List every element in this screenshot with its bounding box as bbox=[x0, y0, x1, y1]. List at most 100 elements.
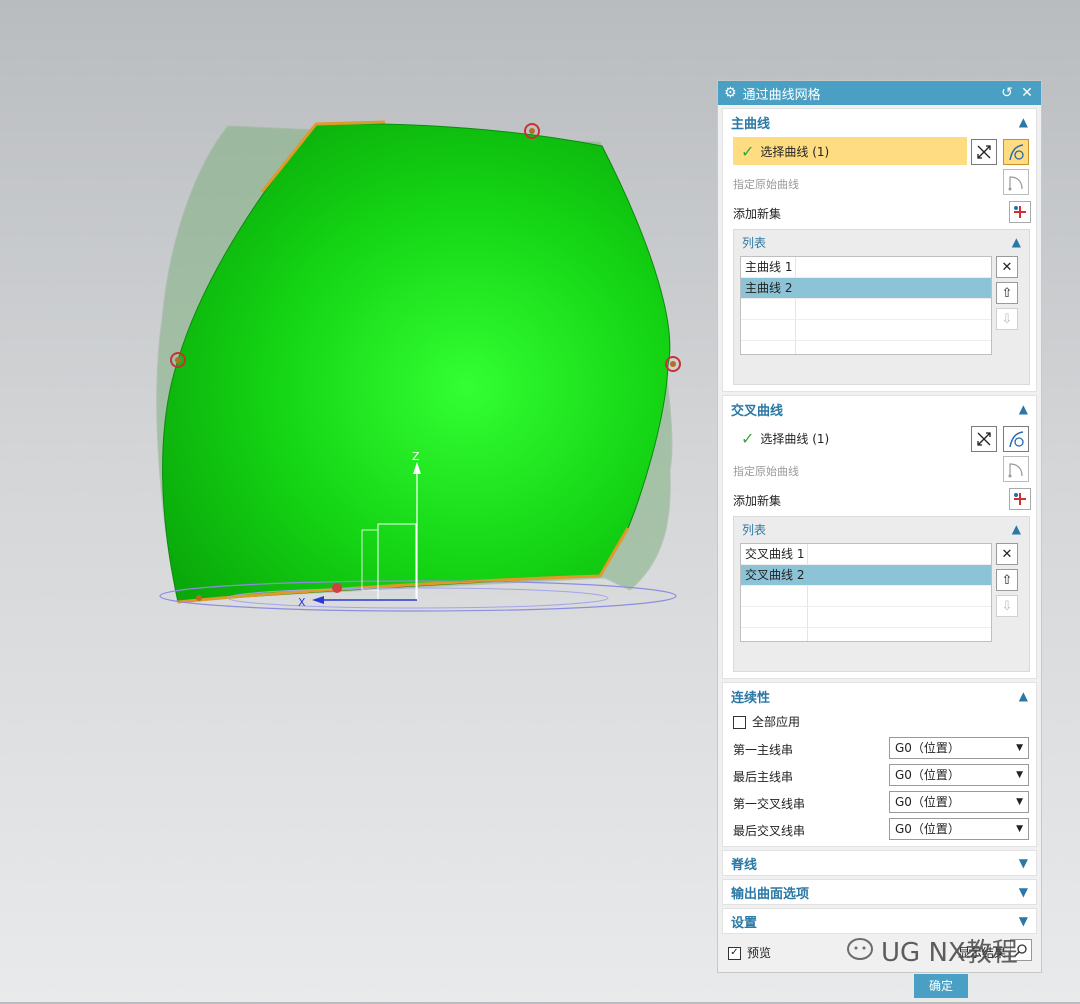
chevron-up-icon: ▲ bbox=[1018, 402, 1028, 416]
dialog-title-bar[interactable]: ⚙ 通过曲线网格 ↺ ✕ bbox=[718, 81, 1041, 105]
first-cross-continuity-select[interactable]: G0（位置） ▼ bbox=[889, 791, 1029, 813]
remove-button[interactable]: ✕ bbox=[996, 256, 1018, 278]
continuity-label: 第一主线串 bbox=[733, 743, 794, 757]
arrow-down-icon: ⇩ bbox=[1001, 311, 1013, 327]
spine-section[interactable]: 脊线 ▼ bbox=[722, 850, 1037, 876]
watermark: UG NX教程 bbox=[845, 932, 1018, 969]
specify-original-curve-label: 指定原始曲线 bbox=[733, 465, 799, 478]
move-up-button[interactable]: ⇧ bbox=[996, 282, 1018, 304]
dropdown-value: G0（位置） bbox=[895, 768, 960, 782]
continuity-label: 最后主线串 bbox=[733, 770, 794, 784]
select-curve-label: 选择曲线 (1) bbox=[760, 431, 830, 446]
first-primary-continuity-select[interactable]: G0（位置） ▼ bbox=[889, 737, 1029, 759]
reset-icon[interactable]: ↺ bbox=[999, 85, 1015, 101]
control-point bbox=[670, 361, 676, 367]
control-point bbox=[529, 128, 535, 134]
dropdown-value: G0（位置） bbox=[895, 822, 960, 836]
primary-curve-list[interactable]: 主曲线 1 主曲线 2 bbox=[740, 256, 992, 355]
list-title: 列表 bbox=[742, 522, 767, 537]
primary-list-header[interactable]: 列表 ▲ bbox=[734, 230, 1029, 254]
settings-section[interactable]: 设置 ▼ bbox=[722, 908, 1037, 934]
curve-icon bbox=[1009, 431, 1024, 448]
reverse-direction-button[interactable] bbox=[971, 426, 997, 452]
cross-list-header[interactable]: 列表 ▲ bbox=[734, 517, 1029, 541]
primary-curves-section: 主曲线 ▲ ✓ 选择曲线 (1) 指定原始曲线 添加新集 列表 ▲ 主曲线 1 … bbox=[722, 108, 1037, 392]
output-surface-options-section[interactable]: 输出曲面选项 ▼ bbox=[722, 879, 1037, 905]
apply-all-checkbox[interactable]: 全部应用 bbox=[733, 713, 800, 730]
select-cross-curve[interactable]: ✓ 选择曲线 (1) bbox=[733, 424, 967, 452]
arrow-up-icon: ⇧ bbox=[1001, 285, 1013, 301]
section-title: 交叉曲线 bbox=[731, 403, 784, 419]
add-new-set-label: 添加新集 bbox=[733, 494, 782, 508]
list-item bbox=[741, 607, 991, 628]
close-icon[interactable]: ✕ bbox=[1019, 85, 1035, 101]
remove-button[interactable]: ✕ bbox=[996, 543, 1018, 565]
list-title: 列表 bbox=[742, 235, 767, 250]
list-item bbox=[741, 299, 991, 320]
gear-icon[interactable]: ⚙ bbox=[724, 85, 737, 101]
list-item[interactable]: 主曲线 1 bbox=[741, 257, 991, 278]
dropdown-value: G0（位置） bbox=[895, 741, 960, 755]
primary-curves-header[interactable]: 主曲线 ▲ bbox=[723, 109, 1036, 135]
continuity-label: 最后交叉线串 bbox=[733, 824, 806, 838]
control-point bbox=[196, 595, 202, 601]
control-point bbox=[175, 357, 181, 363]
chevron-up-icon: ▲ bbox=[1018, 115, 1028, 129]
add-set-icon bbox=[1014, 206, 1026, 218]
original-curve-icon bbox=[1008, 176, 1023, 191]
cross-curve-list[interactable]: 交叉曲线 1 交叉曲线 2 bbox=[740, 543, 992, 642]
list-item[interactable]: 交叉曲线 1 bbox=[741, 544, 991, 565]
move-up-button[interactable]: ⇧ bbox=[996, 569, 1018, 591]
dialog-title: 通过曲线网格 bbox=[742, 87, 821, 103]
add-new-set-button[interactable] bbox=[1009, 488, 1031, 510]
list-item[interactable]: 交叉曲线 2 bbox=[741, 565, 991, 586]
move-down-button[interactable]: ⇩ bbox=[996, 308, 1018, 330]
specify-original-button[interactable] bbox=[1003, 456, 1029, 482]
spine-header[interactable]: 脊线 ▼ bbox=[723, 851, 1036, 875]
curve-edge-top bbox=[315, 120, 386, 126]
axis-x-label: X bbox=[298, 596, 306, 609]
curve-select-button[interactable] bbox=[1003, 139, 1029, 165]
arrow-up-icon: ⇧ bbox=[1001, 572, 1013, 588]
curve-mesh-dialog: ⚙ 通过曲线网格 ↺ ✕ 主曲线 ▲ ✓ 选择曲线 (1) 指定原始曲线 添加新… bbox=[717, 80, 1042, 998]
cross-curves-header[interactable]: 交叉曲线 ▲ bbox=[723, 396, 1036, 422]
curve-icon bbox=[1009, 144, 1024, 161]
axis-z-label: Z bbox=[412, 450, 420, 463]
continuity-label: 第一交叉线串 bbox=[733, 797, 806, 811]
select-primary-curve[interactable]: ✓ 选择曲线 (1) bbox=[733, 137, 967, 165]
reverse-direction-button[interactable] bbox=[971, 139, 997, 165]
specify-original-button[interactable] bbox=[1003, 169, 1029, 195]
cross-curves-section: 交叉曲线 ▲ ✓ 选择曲线 (1) 指定原始曲线 添加新集 列表 ▲ 交叉曲线 … bbox=[722, 395, 1037, 679]
chevron-up-icon: ▲ bbox=[1011, 522, 1021, 536]
checkbox-checked-icon: ✓ bbox=[728, 947, 741, 960]
reverse-direction-icon bbox=[977, 432, 991, 446]
list-item[interactable]: 主曲线 2 bbox=[741, 278, 991, 299]
move-down-button[interactable]: ⇩ bbox=[996, 595, 1018, 617]
select-curve-label: 选择曲线 (1) bbox=[760, 144, 830, 159]
add-new-set-button[interactable] bbox=[1009, 201, 1031, 223]
continuity-section: 连续性 ▲ 全部应用 第一主线串 G0（位置） ▼ 最后主线串 G0（位置） ▼ 第… bbox=[722, 682, 1037, 847]
ok-button[interactable]: 确定 bbox=[914, 974, 968, 998]
checkmark-icon: ✓ bbox=[741, 141, 755, 161]
preview-label: 预览 bbox=[747, 946, 772, 960]
list-item bbox=[741, 586, 991, 607]
settings-header[interactable]: 设置 ▼ bbox=[723, 909, 1036, 933]
arrow-down-icon: ⇩ bbox=[1001, 598, 1013, 614]
close-icon: ✕ bbox=[1001, 546, 1013, 562]
chevron-down-icon: ▼ bbox=[1018, 885, 1028, 899]
last-primary-continuity-select[interactable]: G0（位置） ▼ bbox=[889, 764, 1029, 786]
last-cross-continuity-select[interactable]: G0（位置） ▼ bbox=[889, 818, 1029, 840]
output-surface-options-header[interactable]: 输出曲面选项 ▼ bbox=[723, 880, 1036, 904]
x-axis-arrow bbox=[312, 596, 324, 604]
continuity-header[interactable]: 连续性 ▲ bbox=[723, 683, 1036, 709]
close-icon: ✕ bbox=[1001, 259, 1013, 275]
preview-checkbox[interactable]: ✓ 预览 bbox=[728, 944, 771, 961]
curve-select-button[interactable] bbox=[1003, 426, 1029, 452]
section-title: 连续性 bbox=[731, 690, 771, 706]
list-item bbox=[741, 320, 991, 341]
checkbox-icon bbox=[733, 716, 746, 729]
watermark-text: UG NX教程 bbox=[881, 938, 1018, 968]
chevron-down-icon: ▼ bbox=[1018, 914, 1028, 928]
graphics-viewport[interactable]: Z X bbox=[0, 0, 710, 1002]
chevron-down-icon: ▼ bbox=[1016, 770, 1023, 780]
